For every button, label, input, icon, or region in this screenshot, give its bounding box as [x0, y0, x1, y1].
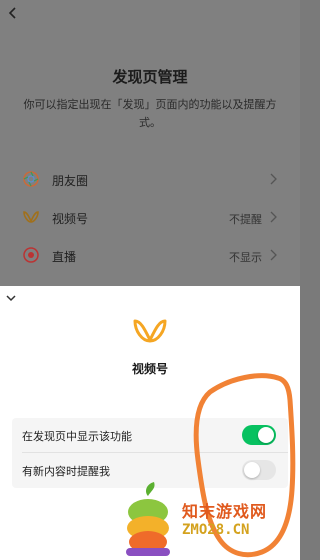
discover-management-page: 发现页管理 你可以指定出现在「发现」页面内的功能以及提醒方式。 朋友圈 视频号 …	[0, 0, 300, 300]
back-icon[interactable]	[6, 6, 20, 20]
page-description: 你可以指定出现在「发现」页面内的功能以及提醒方式。	[23, 98, 277, 129]
feature-row-channels[interactable]: 视频号 不提醒	[0, 200, 300, 236]
channels-icon	[133, 319, 167, 343]
setting-label: 有新内容时提醒我	[22, 465, 110, 478]
feature-row-live[interactable]: 直播 不显示	[0, 238, 300, 274]
feature-value: 不显示	[229, 251, 262, 264]
chevron-down-icon[interactable]	[4, 292, 18, 304]
feature-label: 朋友圈	[52, 174, 89, 188]
feature-label: 视频号	[52, 212, 89, 226]
watermark-logo	[126, 482, 170, 556]
watermark-url: ZMO28.CN	[182, 522, 250, 538]
page-title: 发现页管理	[112, 68, 188, 86]
channels-icon	[23, 211, 39, 223]
live-icon	[23, 247, 39, 263]
feature-row-moments[interactable]: 朋友圈	[0, 162, 300, 198]
moments-icon	[23, 171, 39, 187]
chevron-right-icon	[270, 211, 277, 223]
watermark-text: 知末游戏网	[182, 502, 268, 521]
chevron-right-icon	[270, 249, 277, 261]
setting-label: 在发现页中显示该功能	[22, 430, 132, 443]
feature-label: 直播	[52, 250, 77, 264]
feature-value: 不提醒	[229, 213, 262, 226]
chevron-right-icon	[270, 173, 277, 185]
